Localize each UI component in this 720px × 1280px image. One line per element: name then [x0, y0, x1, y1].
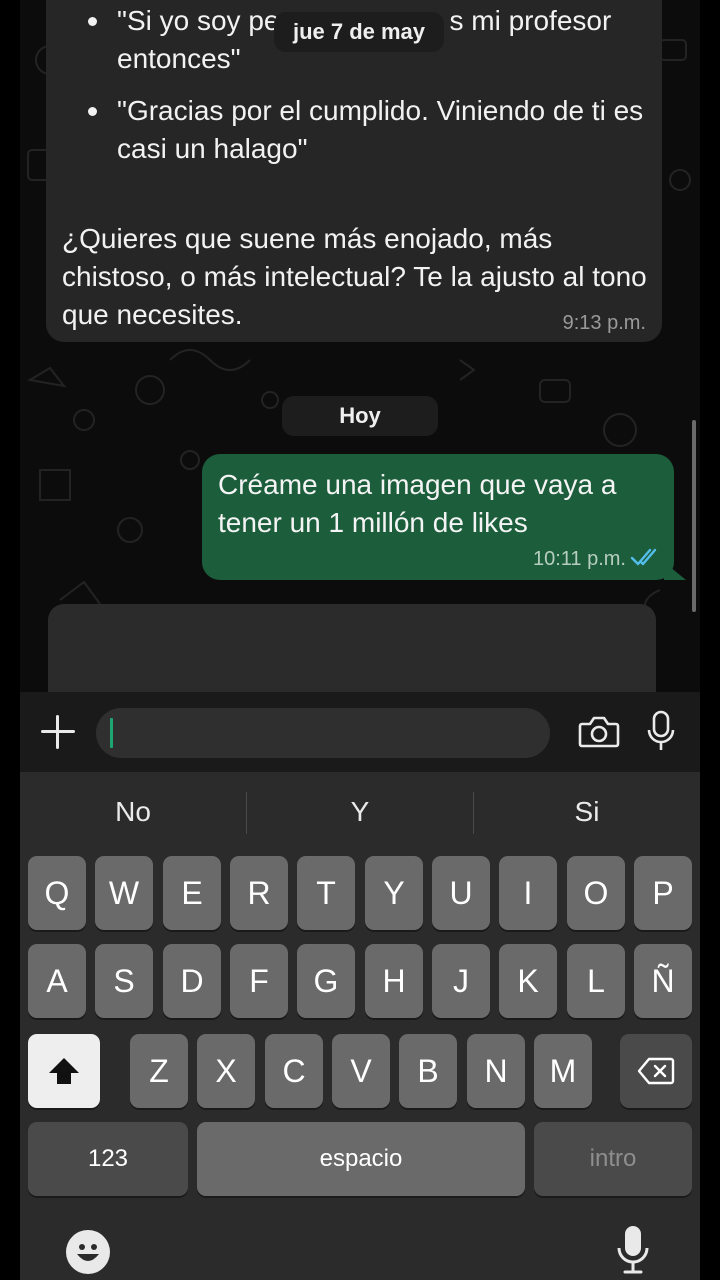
suggestion-3[interactable]: Si: [474, 772, 700, 852]
microphone-icon[interactable]: [616, 1224, 650, 1276]
key-d[interactable]: D: [163, 944, 221, 1018]
suggestion-1[interactable]: No: [20, 772, 246, 852]
emoji-face: [77, 1244, 99, 1261]
key-q[interactable]: Q: [28, 856, 86, 930]
key-m[interactable]: M: [534, 1034, 592, 1108]
key-c[interactable]: C: [265, 1034, 323, 1108]
key-g[interactable]: G: [297, 944, 355, 1018]
key-o[interactable]: O: [567, 856, 625, 930]
key-n[interactable]: N: [467, 1034, 525, 1108]
message-input-bar: [20, 692, 700, 772]
message-timestamp: 10:11 p.m.: [532, 548, 626, 570]
app: "Si yo soy pe s mi profesor entonces" "Gr…: [0, 0, 720, 1280]
pending-image-bubble[interactable]: [48, 604, 656, 692]
bullet-dot: [88, 107, 97, 116]
key-v[interactable]: V: [332, 1034, 390, 1108]
bubble-tail: [664, 562, 686, 580]
numbers-key[interactable]: 123: [28, 1122, 188, 1196]
key-e[interactable]: E: [163, 856, 221, 930]
key-p[interactable]: P: [634, 856, 692, 930]
key-j[interactable]: J: [432, 944, 490, 1018]
key-t[interactable]: T: [297, 856, 355, 930]
key-z[interactable]: Z: [130, 1034, 188, 1108]
key-enye[interactable]: Ñ: [634, 944, 692, 1018]
key-y[interactable]: Y: [365, 856, 423, 930]
bullet-dot: [88, 17, 97, 26]
message-input[interactable]: [96, 708, 550, 758]
key-a[interactable]: A: [28, 944, 86, 1018]
read-receipt-icon: [630, 548, 657, 566]
keyboard: No Y Si Q W E R T Y U I O P A S D F G H …: [20, 772, 700, 1280]
key-i[interactable]: I: [499, 856, 557, 930]
return-key[interactable]: intro: [534, 1122, 692, 1196]
camera-icon[interactable]: [578, 714, 620, 750]
microphone-icon[interactable]: [646, 710, 676, 752]
phone-screen: "Si yo soy pe s mi profesor entonces" "Gr…: [20, 0, 700, 1280]
message-text: Créame una imagen que vaya a tener un 1 …: [218, 469, 617, 538]
key-x[interactable]: X: [197, 1034, 255, 1108]
space-key[interactable]: espacio: [197, 1122, 525, 1196]
suggestion-2[interactable]: Y: [247, 772, 473, 852]
chat-area[interactable]: "Si yo soy pe s mi profesor entonces" "Gr…: [20, 0, 700, 692]
message-timestamp: 9:13 p.m.: [562, 312, 646, 334]
key-l[interactable]: L: [567, 944, 625, 1018]
key-k[interactable]: K: [499, 944, 557, 1018]
bullet-text: "Gracias por el cumplido. Viniendo de ti…: [117, 95, 644, 164]
key-w[interactable]: W: [95, 856, 153, 930]
outgoing-message-bubble[interactable]: Créame una imagen que vaya a tener un 1 …: [202, 454, 686, 580]
key-b[interactable]: B: [399, 1034, 457, 1108]
key-f[interactable]: F: [230, 944, 288, 1018]
bullet-item: "Gracias por el cumplido. Viniendo de ti…: [88, 92, 657, 168]
delete-key[interactable]: [620, 1034, 692, 1108]
bullet-text-start: "Si yo soy pe: [117, 5, 280, 36]
key-r[interactable]: R: [230, 856, 288, 930]
shift-key[interactable]: [28, 1034, 100, 1108]
plus-icon[interactable]: [38, 712, 78, 752]
date-separator: Hoy: [282, 396, 438, 436]
floating-date-pill: jue 7 de may: [274, 12, 444, 52]
backspace-icon: [637, 1057, 675, 1085]
text-caret: [110, 718, 113, 748]
shift-icon: [49, 1058, 79, 1084]
key-u[interactable]: U: [432, 856, 490, 930]
key-h[interactable]: H: [365, 944, 423, 1018]
key-s[interactable]: S: [95, 944, 153, 1018]
scroll-indicator[interactable]: [692, 420, 696, 612]
emoji-icon[interactable]: [66, 1230, 110, 1274]
